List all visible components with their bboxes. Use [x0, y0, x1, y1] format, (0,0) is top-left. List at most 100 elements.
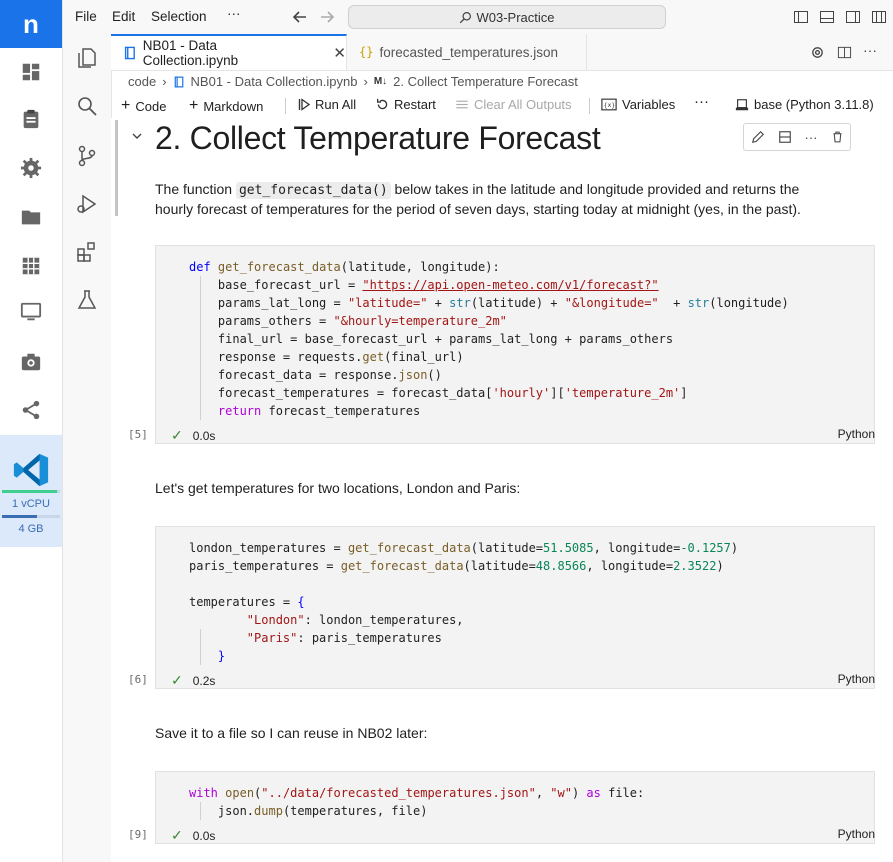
command-search-box[interactable]: W03-Practice [348, 5, 666, 29]
clear-outputs-icon [456, 100, 468, 109]
edit-pencil-icon[interactable] [751, 130, 765, 144]
add-code-cell-button[interactable]: + Code [121, 97, 166, 115]
execution-time: 0.0s [192, 428, 216, 443]
plus-icon: + [189, 97, 199, 114]
menu-file[interactable]: File [75, 9, 97, 24]
search-text: W03-Practice [476, 9, 555, 25]
execution-count: [5] [128, 428, 148, 441]
camera-icon[interactable] [19, 350, 43, 374]
kernel-label: base (Python 3.11.8) [754, 97, 874, 112]
cell-language[interactable]: Python [838, 672, 875, 686]
success-check-icon: ✓ [171, 427, 183, 443]
cell-more-icon[interactable]: ··· [805, 130, 818, 145]
tab-notebook-label: NB01 - Data Collection.ipynb [142, 38, 239, 68]
notebook-icon [124, 46, 135, 60]
dashboard-icon[interactable] [19, 60, 43, 84]
chevron-down-icon[interactable] [131, 130, 143, 142]
tab-json[interactable]: {} forecasted_temperatures.json [347, 34, 587, 70]
execution-count: [6] [128, 673, 148, 686]
search-icon[interactable] [75, 94, 99, 118]
chevron-right-icon: › [363, 74, 368, 89]
execution-time: 0.2s [192, 673, 216, 688]
menu-selection[interactable]: Selection [151, 9, 207, 24]
add-code-label: Code [135, 98, 167, 114]
breadcrumb-section[interactable]: 2. Collect Temperature Forecast [393, 74, 578, 89]
toggle-panel-icon[interactable] [819, 9, 835, 25]
success-check-icon: ✓ [171, 672, 183, 688]
vscode-logo-icon [13, 453, 49, 487]
kernel-picker[interactable]: base (Python 3.11.8) [735, 97, 874, 112]
markdown-paragraph: Save it to a file so I can reuse in NB02… [155, 725, 428, 741]
restart-kernel-button[interactable]: Restart [376, 97, 436, 112]
gear-icon[interactable] [19, 156, 43, 180]
settings-gear-icon[interactable] [810, 45, 825, 60]
trash-icon[interactable] [831, 130, 844, 144]
toggle-secondary-sidebar-icon[interactable] [845, 9, 861, 25]
execution-time: 0.0s [192, 828, 216, 843]
explorer-files-icon[interactable] [75, 46, 99, 70]
source-control-icon[interactable] [75, 144, 99, 168]
split-editor-icon[interactable] [837, 45, 852, 60]
breadcrumb-file[interactable]: NB01 - Data Collection.ipynb [191, 74, 358, 89]
markdown-badge-icon: M↓ [373, 76, 388, 87]
breadcrumb-root[interactable]: code [128, 74, 156, 89]
code-cell[interactable]: with open("../data/forecasted_temperatur… [155, 771, 875, 844]
cell-language[interactable]: Python [838, 827, 875, 841]
execution-count: [9] [128, 828, 148, 841]
chevron-right-icon: › [162, 74, 167, 89]
toolbar-divider [285, 98, 286, 114]
code-editor[interactable]: def get_forecast_data(latitude, longitud… [189, 258, 789, 420]
clipboard-icon[interactable] [19, 107, 43, 131]
para1-text-end: below takes in the latitude and longitud… [390, 181, 800, 197]
toolbar-more-button[interactable]: ··· [694, 93, 709, 110]
code-cell[interactable]: london_temperatures = get_forecast_data(… [155, 526, 875, 689]
forward-arrow-icon[interactable] [319, 9, 335, 25]
add-markdown-label: Markdown [203, 98, 264, 114]
split-cell-icon[interactable] [778, 130, 792, 144]
variables-button[interactable]: {x} Variables [601, 97, 675, 112]
testing-flask-icon[interactable] [75, 288, 99, 312]
cell-status: ✓ 0.2s [171, 672, 215, 689]
cell-language[interactable]: Python [838, 427, 875, 441]
run-debug-icon[interactable] [75, 192, 99, 216]
section-heading: 2. Collect Temperature Forecast [155, 120, 601, 156]
clear-outputs-label: Clear All Outputs [474, 97, 572, 112]
toggle-primary-sidebar-icon[interactable] [793, 9, 809, 25]
toolbar-more-label: ··· [694, 93, 709, 110]
tab-notebook[interactable]: NB01 - Data Collection.ipynb ✕ [111, 34, 347, 70]
table-icon[interactable] [19, 254, 43, 278]
para1-text-start: The function [155, 181, 236, 197]
tab-json-label: forecasted_temperatures.json [379, 44, 559, 60]
notebook-icon [174, 76, 183, 87]
breadcrumb: code › NB01 - Data Collection.ipynb › M↓… [128, 74, 578, 89]
cell-status: ✓ 0.0s [171, 827, 215, 844]
code-editor[interactable]: with open("../data/forecasted_temperatur… [189, 784, 644, 820]
menu-bar: File Edit Selection ··· W03-Practice [63, 0, 893, 35]
share-icon[interactable] [19, 398, 43, 422]
markdown-paragraph: Let's get temperatures for two locations… [155, 480, 521, 496]
menu-edit[interactable]: Edit [112, 9, 135, 24]
folder-icon[interactable] [19, 205, 43, 229]
app-logo[interactable]: n [0, 0, 62, 48]
clear-all-outputs-button[interactable]: Clear All Outputs [455, 97, 572, 112]
inline-code: get_forecast_data() [235, 182, 391, 199]
close-tab-icon[interactable]: ✕ [333, 44, 346, 62]
run-all-button[interactable]: Run All [298, 97, 356, 112]
plus-icon: + [121, 97, 131, 114]
cpu-meter [2, 490, 60, 493]
code-cell[interactable]: def get_forecast_data(latitude, longitud… [155, 245, 875, 444]
extensions-icon[interactable] [75, 240, 99, 264]
customize-layout-icon[interactable] [871, 9, 887, 25]
notebook-content: 2. Collect Temperature Forecast ··· The … [111, 118, 893, 862]
tab-more-icon[interactable]: ··· [863, 42, 877, 58]
monitor-icon[interactable] [19, 300, 43, 324]
code-editor[interactable]: london_temperatures = get_forecast_data(… [189, 539, 738, 665]
para1-line2: hourly forecast of temperatures for the … [155, 201, 801, 217]
app-logo-letter: n [23, 8, 39, 39]
memory-label: 4 GB [18, 523, 44, 535]
menu-more[interactable]: ··· [227, 6, 241, 21]
memory-meter [2, 515, 60, 518]
add-markdown-cell-button[interactable]: + Markdown [189, 97, 263, 115]
vscode-app-block[interactable]: 1 vCPU 4 GB [0, 435, 62, 547]
back-arrow-icon[interactable] [292, 9, 308, 25]
